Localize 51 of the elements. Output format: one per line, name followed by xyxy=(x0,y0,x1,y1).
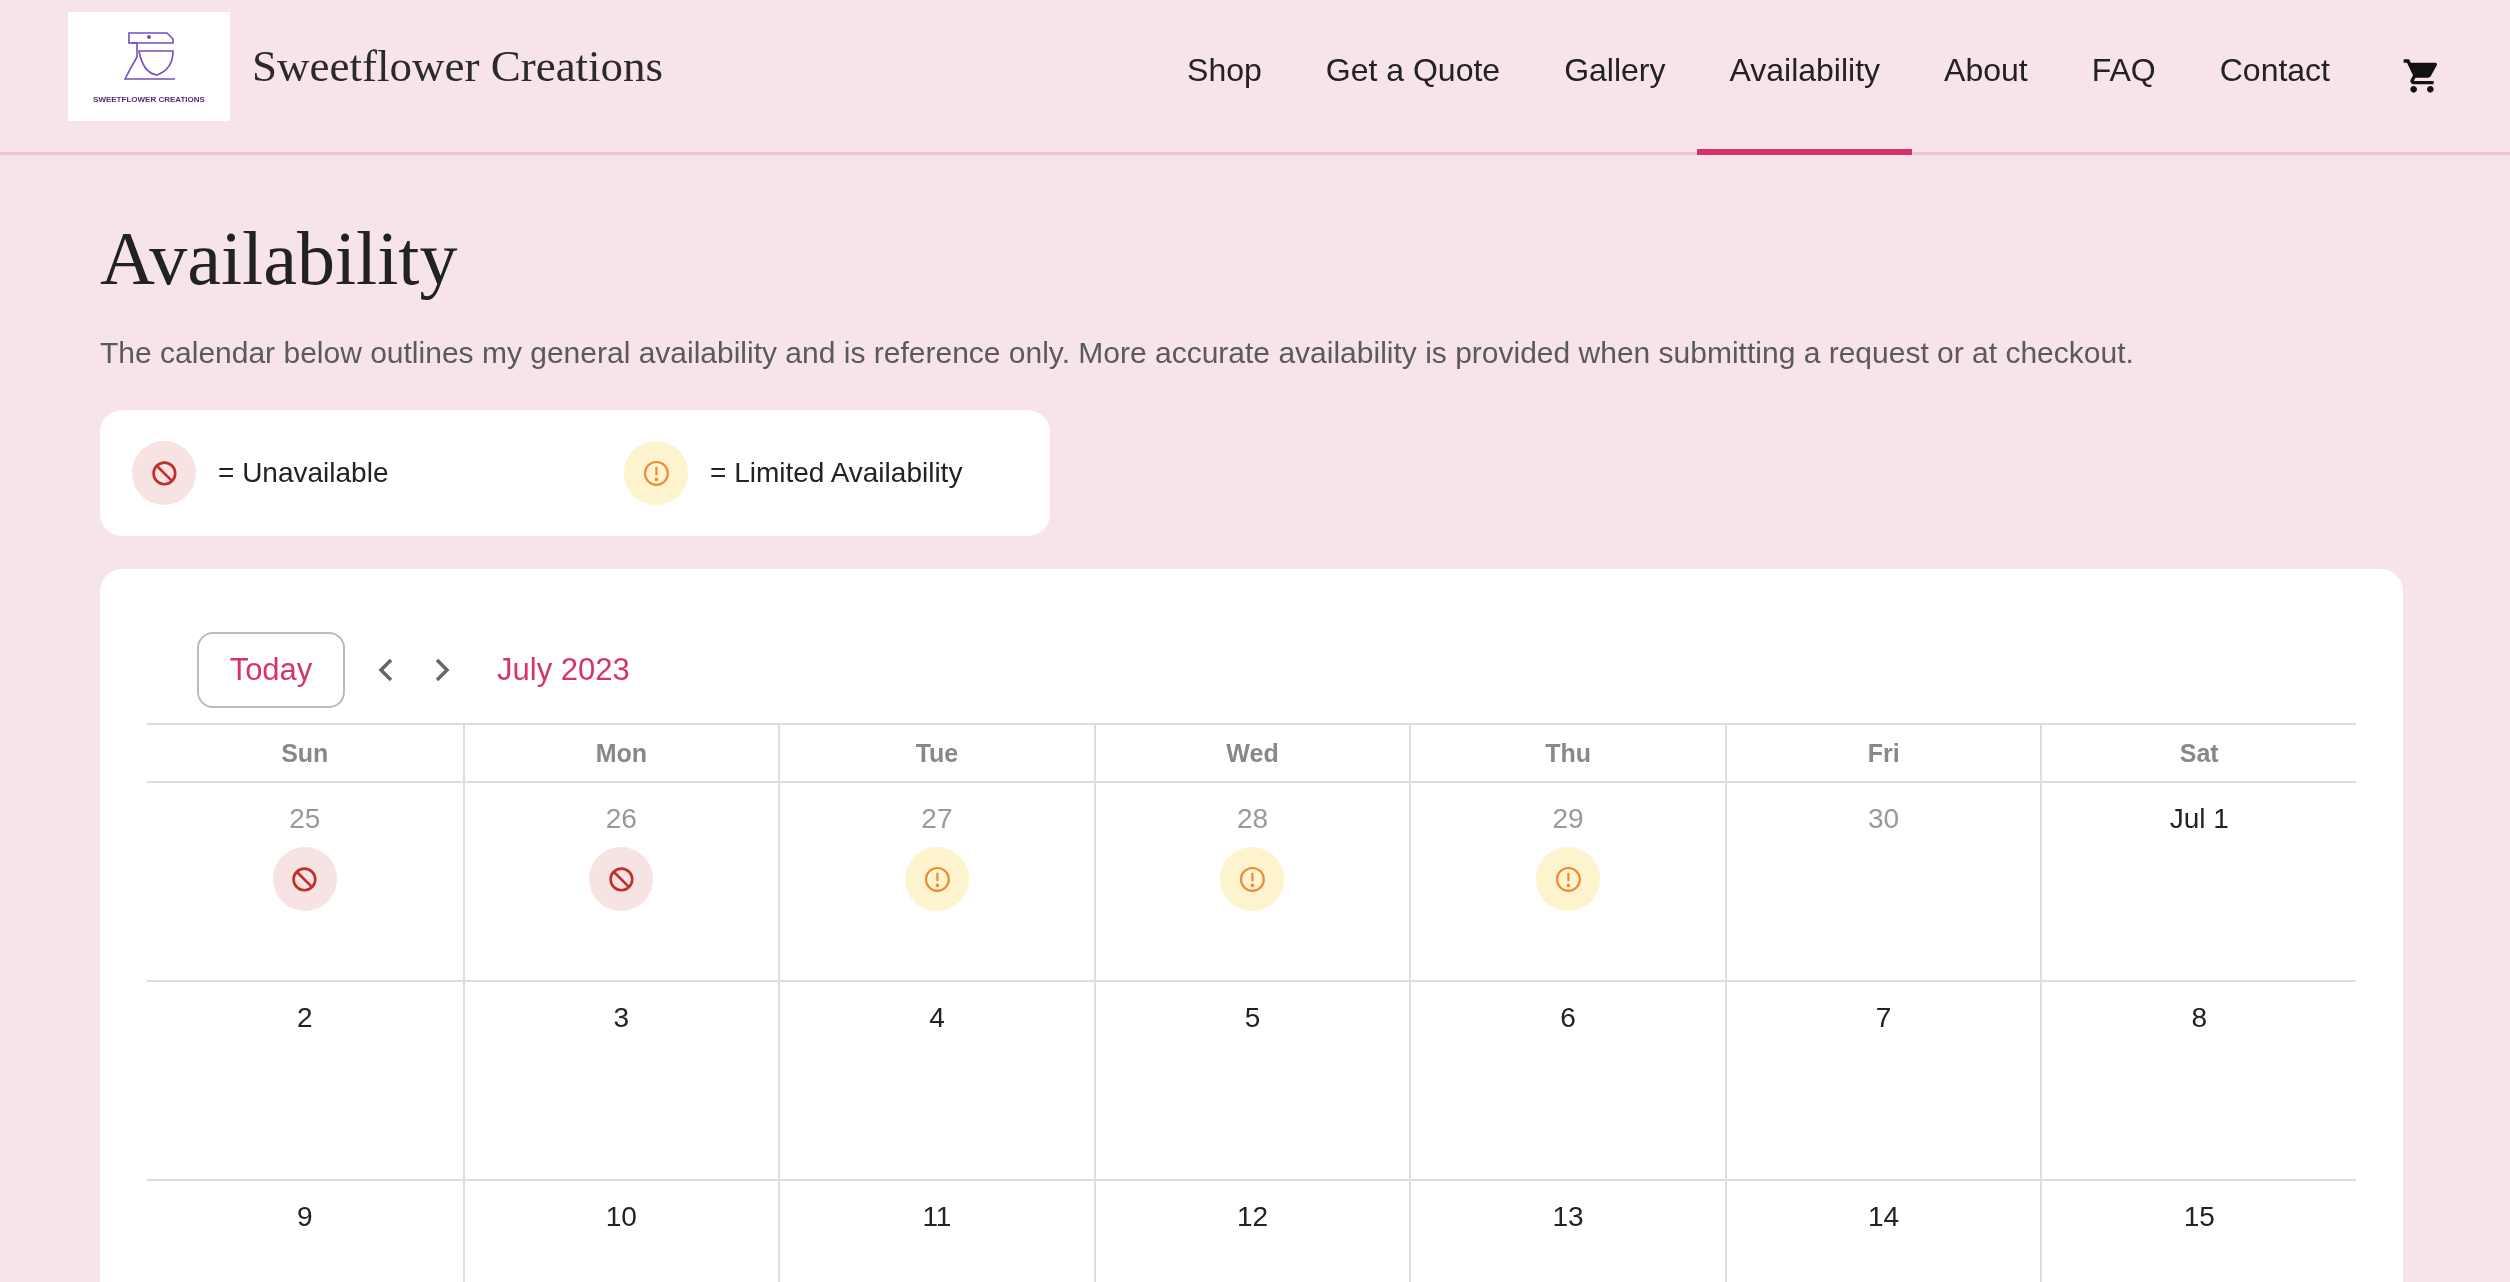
site-title: Sweetflower Creations xyxy=(252,40,664,92)
warning-icon xyxy=(1553,864,1583,894)
weekday-header: Wed xyxy=(1093,725,1410,783)
day-number: 11 xyxy=(922,1201,952,1233)
weekday-header: Fri xyxy=(1724,725,2041,783)
nav-link[interactable]: Gallery xyxy=(1532,0,1698,155)
day-number: 12 xyxy=(1236,1201,1269,1233)
weekday-header: Sat xyxy=(2040,725,2356,783)
page-title: Availability xyxy=(100,215,459,302)
day-number: 2 xyxy=(297,1002,313,1034)
warning-icon xyxy=(1238,864,1267,894)
day-number: 13 xyxy=(1552,1201,1584,1233)
prohibited-icon xyxy=(149,458,179,488)
day-number: 9 xyxy=(297,1201,313,1233)
today-button[interactable]: Today xyxy=(197,632,345,708)
day-number: 29 xyxy=(1552,803,1584,835)
nav-link[interactable]: FAQ xyxy=(2059,0,2188,155)
nav-link[interactable]: Contact xyxy=(2187,0,2362,155)
day-number: 7 xyxy=(1875,1002,1892,1034)
warning-icon xyxy=(922,864,952,894)
nav-link[interactable]: Availability xyxy=(1697,0,1913,155)
logo[interactable]: SWEETFLOWER CREATIONS xyxy=(68,11,230,121)
day-number: 10 xyxy=(605,1201,637,1233)
nav-link[interactable]: About xyxy=(1912,0,2060,155)
day-number: 3 xyxy=(613,1002,630,1034)
warning-icon xyxy=(641,458,671,488)
prohibited-icon xyxy=(606,864,636,894)
legend-label: = Limited Availability xyxy=(710,457,963,489)
day-number: 15 xyxy=(2183,1201,2215,1233)
logo-text: SWEETFLOWER CREATIONS xyxy=(93,94,205,104)
day-number: 26 xyxy=(605,803,637,835)
day-number: Jul 1 xyxy=(2169,803,2229,835)
weekday-header: Tue xyxy=(778,725,1094,783)
weekday-header: Sun xyxy=(147,725,463,783)
nav-link[interactable]: Get a Quote xyxy=(1293,0,1533,155)
day-number: 27 xyxy=(921,803,953,835)
weekday-header: Mon xyxy=(462,725,779,783)
intro-text: The calendar below outlines my general availability and is reference only. More accurate availability is provided when submitting a request or at checkout. xyxy=(100,336,2135,370)
day-number: 25 xyxy=(289,803,321,835)
day-number: 30 xyxy=(1868,803,1900,835)
day-number: 28 xyxy=(1236,803,1269,835)
prohibited-icon xyxy=(290,864,320,894)
day-number: 4 xyxy=(929,1002,945,1034)
day-number: 8 xyxy=(2191,1002,2207,1034)
day-number: 5 xyxy=(1244,1002,1261,1034)
nav-link[interactable]: Shop xyxy=(1155,0,1294,155)
legend-label: = Unavailable xyxy=(218,457,389,489)
day-number: 14 xyxy=(1868,1201,1900,1233)
month-label: July 2023 xyxy=(497,652,630,688)
weekday-header: Thu xyxy=(1409,725,1725,783)
day-number: 6 xyxy=(1560,1002,1576,1034)
